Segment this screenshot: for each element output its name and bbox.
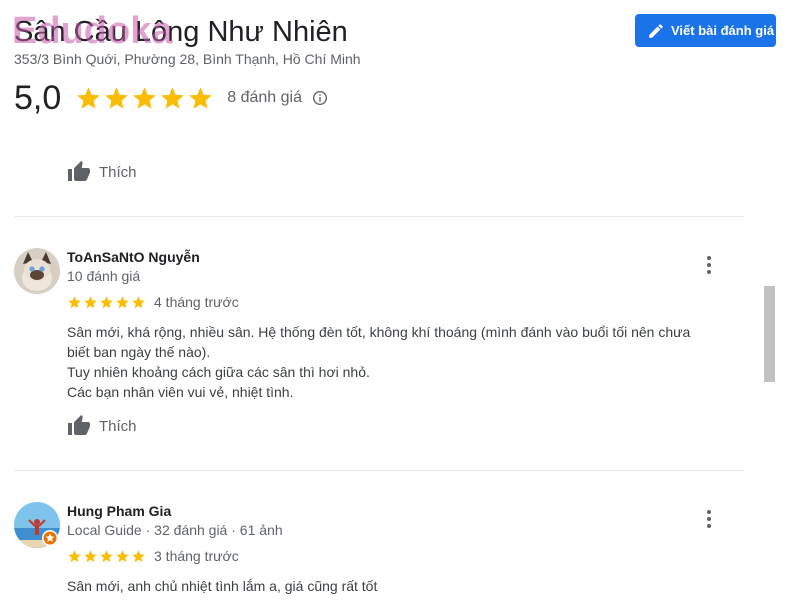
rating-stars bbox=[75, 85, 215, 112]
write-review-button[interactable]: Viết bài đánh giá bbox=[635, 14, 776, 47]
rating-value: 5,0 bbox=[14, 79, 62, 117]
star-icon bbox=[100, 295, 113, 308]
review-text: Sân mới, anh chủ nhiệt tình lắm a, giá c… bbox=[67, 576, 737, 596]
star-icon bbox=[68, 295, 81, 308]
star-icon bbox=[132, 295, 145, 308]
review-rating: 3 tháng trước bbox=[67, 546, 737, 566]
reviewer-name[interactable]: Hung Pham Gia bbox=[67, 502, 737, 520]
reviewer-meta: 10 đánh giá bbox=[67, 268, 141, 284]
review-rating: 4 tháng trước bbox=[67, 292, 737, 312]
star-icon bbox=[100, 549, 113, 562]
write-review-label: Viết bài đánh giá bbox=[671, 23, 775, 38]
like-button[interactable]: Thích bbox=[67, 414, 137, 438]
thumbs-up-icon bbox=[68, 161, 90, 181]
scrollbar-thumb[interactable] bbox=[764, 286, 775, 382]
star-icon bbox=[68, 549, 81, 562]
star-icon bbox=[161, 86, 185, 109]
beach-avatar-icon[interactable] bbox=[14, 502, 60, 548]
review-body: ToAnSaNtO Nguyễn 10 đánh giá 4 tháng trư… bbox=[67, 248, 737, 402]
star-icon bbox=[84, 295, 97, 308]
review-text: Sân mới, khá rộng, nhiều sân. Hệ thống đ… bbox=[67, 322, 737, 402]
review-text-line: Các bạn nhân viên vui vẻ, nhiệt tình. bbox=[67, 384, 294, 400]
more-options-icon[interactable] bbox=[706, 256, 712, 276]
review-count[interactable]: 8 đánh giá bbox=[227, 89, 302, 107]
star-icon bbox=[133, 86, 157, 109]
star-icon bbox=[189, 86, 213, 109]
star-icon bbox=[116, 295, 129, 308]
rating-summary: 5,0 8 đánh giá bbox=[14, 78, 784, 118]
like-label: Thích bbox=[99, 417, 137, 435]
more-options-icon[interactable] bbox=[706, 510, 712, 530]
pencil-icon bbox=[649, 23, 663, 38]
reviewer-meta: Local Guide · 32 đánh giá · 61 ảnh bbox=[67, 522, 283, 538]
like-label: Thích bbox=[99, 163, 137, 181]
review-body: Hung Pham Gia Local Guide · 32 đánh giá … bbox=[67, 502, 737, 596]
review-card: ToAnSaNtO Nguyễn 10 đánh giá 4 tháng trư… bbox=[14, 248, 754, 448]
info-icon[interactable] bbox=[312, 90, 328, 106]
star-icon bbox=[132, 549, 145, 562]
divider bbox=[14, 470, 744, 471]
thumbs-up-icon bbox=[68, 415, 90, 435]
divider bbox=[14, 216, 744, 217]
review-text-line: Sân mới, anh chủ nhiệt tình lắm a, giá c… bbox=[67, 578, 378, 594]
place-address: 353/3 Bình Quới, Phường 28, Bình Thạnh, … bbox=[14, 51, 361, 67]
review-time: 3 tháng trước bbox=[154, 548, 239, 564]
review-time: 4 tháng trước bbox=[154, 294, 239, 310]
star-icon bbox=[77, 86, 101, 109]
star-icon bbox=[84, 549, 97, 562]
reviewer-name[interactable]: ToAnSaNtO Nguyễn bbox=[67, 248, 737, 266]
like-button[interactable]: Thích bbox=[67, 160, 137, 184]
review-text-line: Tuy nhiên khoảng cách giữa các sân thì h… bbox=[67, 364, 370, 380]
review-text-line: biết ban ngày thế nào). bbox=[67, 344, 211, 360]
star-icon bbox=[116, 549, 129, 562]
star-icon bbox=[105, 86, 129, 109]
review-card: Hung Pham Gia Local Guide · 32 đánh giá … bbox=[14, 502, 754, 600]
cat-avatar-icon[interactable] bbox=[14, 248, 60, 294]
review-text-line: Sân mới, khá rộng, nhiều sân. Hệ thống đ… bbox=[67, 324, 691, 340]
